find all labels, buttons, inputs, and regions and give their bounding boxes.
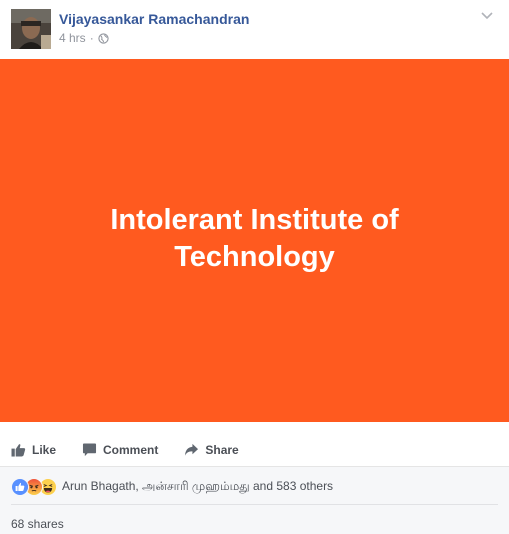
avatar-image [11, 9, 51, 49]
action-bar: Like Comment Share [11, 434, 265, 466]
comment-label: Comment [103, 443, 159, 457]
like-label: Like [32, 443, 57, 457]
share-arrow-icon [185, 443, 199, 456]
reaction-names: Arun Bhagath, அன்சாரி முஹம்மது and 583 o… [62, 479, 334, 493]
like-icon [11, 478, 29, 496]
timestamp[interactable]: 4 hrs [59, 31, 86, 45]
share-button[interactable]: Share [184, 443, 239, 457]
thumbs-up-icon [11, 444, 26, 457]
post-card: Vijayasankar Ramachandran 4 hrs · Intole… [0, 0, 509, 534]
author-avatar[interactable] [11, 9, 51, 49]
reactions-divider [11, 504, 498, 505]
comment-button[interactable]: Comment [82, 443, 158, 457]
share-label: Share [205, 443, 239, 457]
author-name[interactable]: Vijayasankar Ramachandran [59, 11, 249, 27]
chevron-down-icon[interactable] [479, 8, 495, 24]
post-banner[interactable]: Intolerant Institute of Technology [0, 59, 509, 422]
meta-separator: · [89, 31, 94, 45]
like-button[interactable]: Like [11, 443, 56, 457]
banner-text: Intolerant Institute of Technology [110, 203, 399, 273]
reactions-summary[interactable]: Arun Bhagath, அன்சாரி முஹம்மது and 583 o… [11, 478, 333, 496]
share-count[interactable]: 68 shares [11, 517, 64, 531]
comment-icon [82, 443, 97, 457]
post-meta: 4 hrs · [59, 31, 109, 45]
globe-icon[interactable] [98, 32, 109, 44]
